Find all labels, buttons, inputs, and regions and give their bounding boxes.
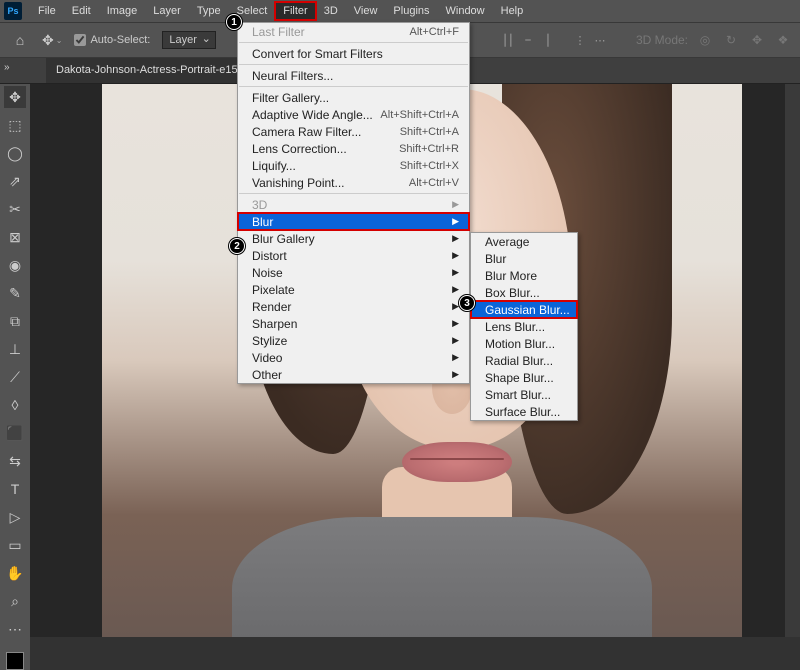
main-menubar: Ps File Edit Image Layer Type Select Fil… [0, 0, 800, 22]
hand-tool[interactable]: ✋ [4, 562, 26, 584]
filter-noise[interactable]: Noise▶ [238, 264, 469, 281]
blur-surface[interactable]: Surface Blur... [471, 403, 577, 420]
filter-distort[interactable]: Distort▶ [238, 247, 469, 264]
align-icon[interactable]: ⎯ [520, 32, 536, 48]
align-group: ⎮⎮ ⎯ ⎮ ⋮ ⋯ [500, 32, 608, 48]
filter-pixelate[interactable]: Pixelate▶ [238, 281, 469, 298]
shape-tool[interactable]: ▭ [4, 534, 26, 556]
pan-icon: ✥ [748, 31, 766, 49]
eraser-tool[interactable]: ◊ [4, 394, 26, 416]
blur-shape[interactable]: Shape Blur... [471, 369, 577, 386]
blur-tool[interactable]: ⇆ [4, 450, 26, 472]
blur-gaussian[interactable]: Gaussian Blur... [471, 301, 577, 318]
blur-box[interactable]: Box Blur... [471, 284, 577, 301]
filter-3d: 3D▶ [238, 196, 469, 213]
history-brush-tool[interactable]: ⟋ [4, 366, 26, 388]
home-icon[interactable]: ⌂ [10, 30, 30, 50]
menu-edit[interactable]: Edit [64, 2, 99, 20]
menu-layer[interactable]: Layer [145, 2, 189, 20]
menu-file[interactable]: File [30, 2, 64, 20]
distribute-icon[interactable]: ⋮ [572, 32, 588, 48]
filter-gallery[interactable]: Filter Gallery... [238, 89, 469, 106]
filter-liquify[interactable]: Liquify...Shift+Ctrl+X [238, 157, 469, 174]
quick-select-tool[interactable]: ⇗ [4, 170, 26, 192]
filter-wideangle[interactable]: Adaptive Wide Angle...Alt+Shift+Ctrl+A [238, 106, 469, 123]
blur-blur[interactable]: Blur [471, 250, 577, 267]
type-tool[interactable]: T [4, 478, 26, 500]
menu-filter[interactable]: Filter [275, 2, 315, 20]
auto-select-checkbox[interactable]: Auto-Select: [74, 34, 150, 46]
blur-motion[interactable]: Motion Blur... [471, 335, 577, 352]
rotate-icon: ↻ [722, 31, 740, 49]
menu-help[interactable]: Help [493, 2, 532, 20]
filter-stylize[interactable]: Stylize▶ [238, 332, 469, 349]
callout-3: 3 [459, 295, 475, 311]
crop-tool[interactable]: ✂ [4, 198, 26, 220]
3d-mode-group: 3D Mode: ◎ ↻ ✥ ❖ [636, 31, 792, 49]
filter-last: Last FilterAlt+Ctrl+F [238, 23, 469, 40]
callout-2: 2 [229, 238, 245, 254]
color-swatch[interactable] [6, 652, 24, 670]
blur-submenu: Average Blur Blur More Box Blur... Gauss… [470, 232, 578, 421]
filter-video[interactable]: Video▶ [238, 349, 469, 366]
document-tab[interactable]: Dakota-Johnson-Actress-Portrait-e1522 [46, 58, 260, 83]
callout-1: 1 [226, 14, 242, 30]
healing-tool[interactable]: ✎ [4, 282, 26, 304]
align-icon[interactable]: ⎮ [540, 32, 556, 48]
auto-select-label: Auto-Select: [90, 34, 150, 46]
move-tool-icon[interactable]: ✥⌄ [42, 32, 62, 49]
blur-smart[interactable]: Smart Blur... [471, 386, 577, 403]
blur-average[interactable]: Average [471, 233, 577, 250]
filter-sharpen[interactable]: Sharpen▶ [238, 315, 469, 332]
gradient-tool[interactable]: ⬛ [4, 422, 26, 444]
brush-tool[interactable]: ⧉ [4, 310, 26, 332]
menu-image[interactable]: Image [99, 2, 146, 20]
path-tool[interactable]: ▷ [4, 506, 26, 528]
align-icon[interactable]: ⎮⎮ [500, 32, 516, 48]
expand-panels-icon[interactable]: » [4, 62, 10, 73]
blur-radial[interactable]: Radial Blur... [471, 352, 577, 369]
filter-blur-gallery[interactable]: Blur Gallery▶ [238, 230, 469, 247]
scale-icon: ❖ [774, 31, 792, 49]
filter-blur[interactable]: Blur▶ [238, 213, 469, 230]
blur-more[interactable]: Blur More [471, 267, 577, 284]
menu-type[interactable]: Type [189, 2, 229, 20]
auto-select-input[interactable] [74, 34, 86, 46]
marquee-tool[interactable]: ⬚ [4, 114, 26, 136]
menu-3d[interactable]: 3D [316, 2, 346, 20]
move-tool[interactable]: ✥ [4, 86, 26, 108]
blur-lens[interactable]: Lens Blur... [471, 318, 577, 335]
filter-lens[interactable]: Lens Correction...Shift+Ctrl+R [238, 140, 469, 157]
filter-camera-raw[interactable]: Camera Raw Filter...Shift+Ctrl+A [238, 123, 469, 140]
menu-window[interactable]: Window [438, 2, 493, 20]
ps-logo-icon: Ps [4, 2, 22, 20]
menu-plugins[interactable]: Plugins [385, 2, 437, 20]
menu-view[interactable]: View [346, 2, 386, 20]
toolbox: ✥ ⬚ ◯ ⇗ ✂ ⊠ ◉ ✎ ⧉ ⊥ ⟋ ◊ ⬛ ⇆ T ▷ ▭ ✋ ⌕ ⋯ [0, 84, 30, 670]
frame-tool[interactable]: ⊠ [4, 226, 26, 248]
filter-render[interactable]: Render▶ [238, 298, 469, 315]
zoom-tool[interactable]: ⌕ [4, 590, 26, 612]
3d-mode-label: 3D Mode: [636, 33, 688, 47]
scrollbar-vertical[interactable] [785, 84, 800, 637]
filter-other[interactable]: Other▶ [238, 366, 469, 383]
lasso-tool[interactable]: ◯ [4, 142, 26, 164]
filter-menu: Last FilterAlt+Ctrl+F Convert for Smart … [237, 22, 470, 384]
filter-vanishing[interactable]: Vanishing Point...Alt+Ctrl+V [238, 174, 469, 191]
orbit-icon: ◎ [696, 31, 714, 49]
more-icon[interactable]: ⋯ [592, 32, 608, 48]
eyedropper-tool[interactable]: ◉ [4, 254, 26, 276]
filter-smart[interactable]: Convert for Smart Filters [238, 45, 469, 62]
filter-neural[interactable]: Neural Filters... [238, 67, 469, 84]
stamp-tool[interactable]: ⊥ [4, 338, 26, 360]
layer-select[interactable]: Layer [162, 31, 216, 49]
